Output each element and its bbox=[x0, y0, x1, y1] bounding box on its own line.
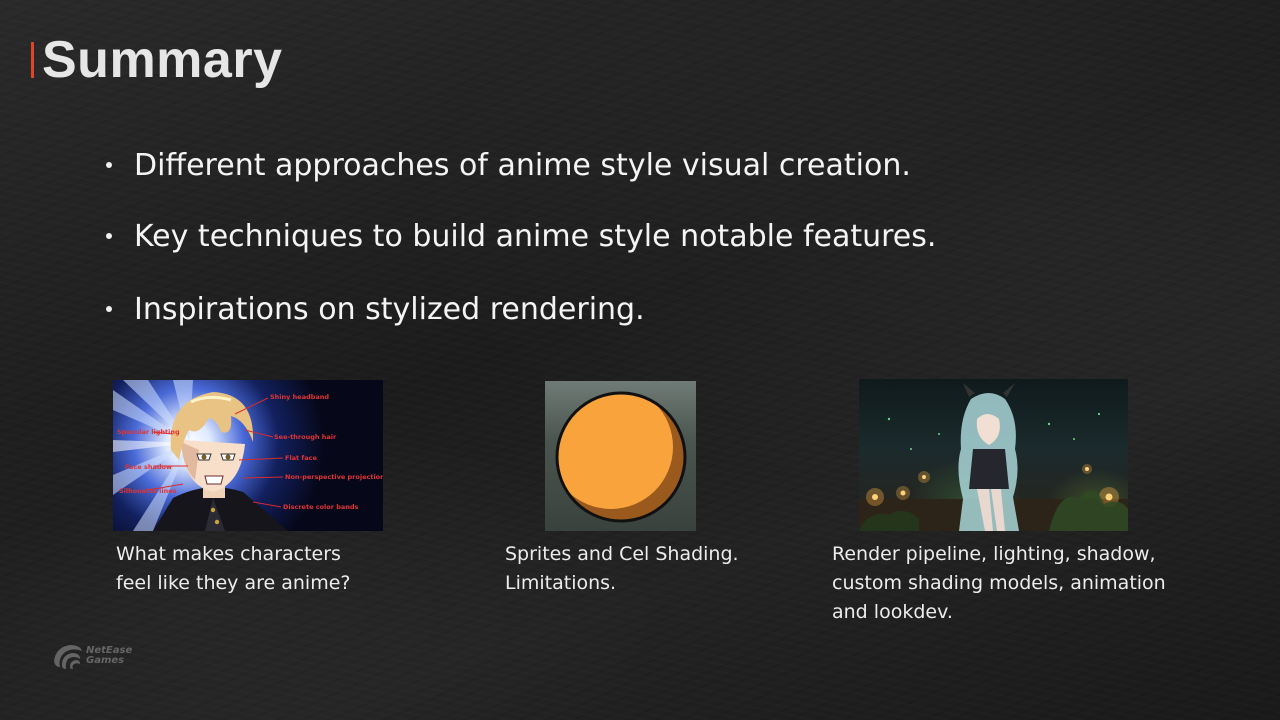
label-silhouette-lines: Silhouette lines bbox=[119, 487, 177, 495]
cel-sphere-illustration bbox=[555, 391, 687, 523]
anime-character-illustration: Shiny headband Specular lighting See-thr… bbox=[113, 380, 383, 531]
title-accent-bar bbox=[31, 42, 34, 78]
slide: Summary Different approaches of anime st… bbox=[0, 0, 1280, 720]
card-caption: Sprites and Cel Shading. Limitations. bbox=[505, 540, 739, 598]
caption-line: feel like they are anime? bbox=[116, 572, 351, 594]
caption-line: Limitations. bbox=[505, 572, 617, 594]
label-non-perspective: Non-perspective projection bbox=[285, 473, 383, 481]
bullet-dot-icon bbox=[106, 233, 112, 239]
card-caption: Render pipeline, lighting, shadow, custo… bbox=[832, 540, 1166, 627]
bullet-item: Different approaches of anime style visu… bbox=[106, 130, 936, 200]
render-scene-illustration bbox=[859, 383, 1128, 531]
bullet-dot-icon bbox=[106, 162, 112, 168]
netease-logo-icon bbox=[54, 645, 82, 669]
bullet-item: Inspirations on stylized rendering. bbox=[106, 272, 936, 346]
label-flat-face: Flat face bbox=[285, 454, 317, 462]
bullet-text: Inspirations on stylized rendering. bbox=[134, 291, 645, 327]
caption-line: and lookdev. bbox=[832, 601, 953, 623]
bullet-text: Different approaches of anime style visu… bbox=[134, 147, 911, 183]
caption-line: Render pipeline, lighting, shadow, bbox=[832, 543, 1156, 565]
bullet-item: Key techniques to build anime style nota… bbox=[106, 200, 936, 272]
bullet-list: Different approaches of anime style visu… bbox=[106, 130, 936, 346]
label-shiny-headband: Shiny headband bbox=[270, 393, 329, 401]
caption-line: What makes characters bbox=[116, 543, 341, 565]
caption-line: custom shading models, animation bbox=[832, 572, 1166, 594]
cel-shaded-sphere-image bbox=[545, 381, 696, 531]
logo-line-2: Games bbox=[86, 655, 125, 666]
label-face-shadow: Face shadow bbox=[125, 463, 172, 471]
render-scene-image bbox=[859, 379, 1128, 531]
label-specular-lighting: Specular lighting bbox=[117, 428, 180, 436]
slide-title: Summary bbox=[42, 31, 283, 89]
netease-games-logo: NetEase Games bbox=[50, 641, 132, 671]
character-figure bbox=[958, 383, 1019, 531]
label-discrete-color-bands: Discrete color bands bbox=[283, 503, 359, 511]
card-caption: What makes characters feel like they are… bbox=[116, 540, 350, 598]
anime-character-diagram-image: Shiny headband Specular lighting See-thr… bbox=[113, 380, 383, 531]
caption-line: Sprites and Cel Shading. bbox=[505, 543, 739, 565]
logo-wordmark: NetEase Games bbox=[86, 646, 132, 666]
bullet-dot-icon bbox=[106, 306, 112, 312]
bullet-text: Key techniques to build anime style nota… bbox=[134, 218, 937, 254]
label-see-through-hair: See-through hair bbox=[274, 433, 337, 441]
